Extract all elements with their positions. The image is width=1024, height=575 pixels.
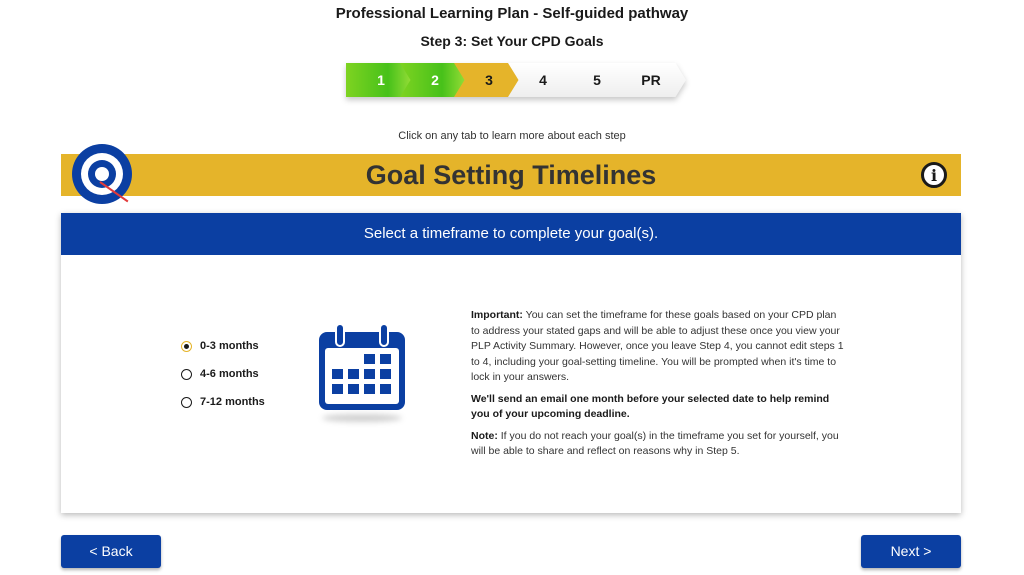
page-title: Professional Learning Plan - Self-guided…	[335, 5, 689, 22]
option-7-12-months[interactable]: 7-12 months	[181, 393, 265, 411]
step-hint: Click on any tab to learn more about eac…	[398, 130, 626, 142]
section-banner: Goal Setting Timelines	[61, 154, 961, 196]
option-label: 7-12 months	[200, 396, 265, 408]
target-icon	[72, 144, 132, 204]
timeframe-card: Select a timeframe to complete your goal…	[61, 213, 961, 513]
note-paragraph: Note: If you do not reach your goal(s) i…	[471, 429, 846, 460]
step-tabs: 1 2 3 4 5 PR	[346, 63, 686, 99]
info-text: Important: You can set the timeframe for…	[471, 308, 846, 466]
next-button[interactable]: Next >	[861, 535, 961, 568]
note-label: Note:	[471, 429, 498, 442]
email-note: We'll send an email one month before you…	[471, 392, 830, 421]
step-title: Step 3: Set Your CPD Goals	[420, 33, 604, 49]
important-label: Important:	[471, 309, 523, 321]
calendar-icon	[316, 323, 408, 422]
info-icon[interactable]: i	[921, 162, 947, 188]
important-text: You can set the timeframe for these goal…	[471, 309, 844, 383]
timeframe-options: 0-3 months 4-6 months 7-12 months	[181, 337, 265, 421]
important-paragraph: Important: You can set the timeframe for…	[471, 308, 846, 386]
radio-selected-icon[interactable]	[181, 340, 192, 352]
option-0-3-months[interactable]: 0-3 months	[181, 337, 265, 355]
option-4-6-months[interactable]: 4-6 months	[181, 365, 265, 383]
radio-icon[interactable]	[181, 396, 192, 408]
option-label: 0-3 months	[200, 340, 259, 352]
card-header: Select a timeframe to complete your goal…	[61, 213, 961, 255]
radio-icon[interactable]	[181, 368, 192, 380]
option-label: 4-6 months	[200, 368, 259, 380]
step-tab-pr[interactable]: PR	[616, 63, 686, 97]
note-text: If you do not reach your goal(s) in the …	[471, 429, 839, 458]
section-title: Goal Setting Timelines	[365, 160, 657, 190]
back-button[interactable]: < Back	[61, 535, 161, 568]
